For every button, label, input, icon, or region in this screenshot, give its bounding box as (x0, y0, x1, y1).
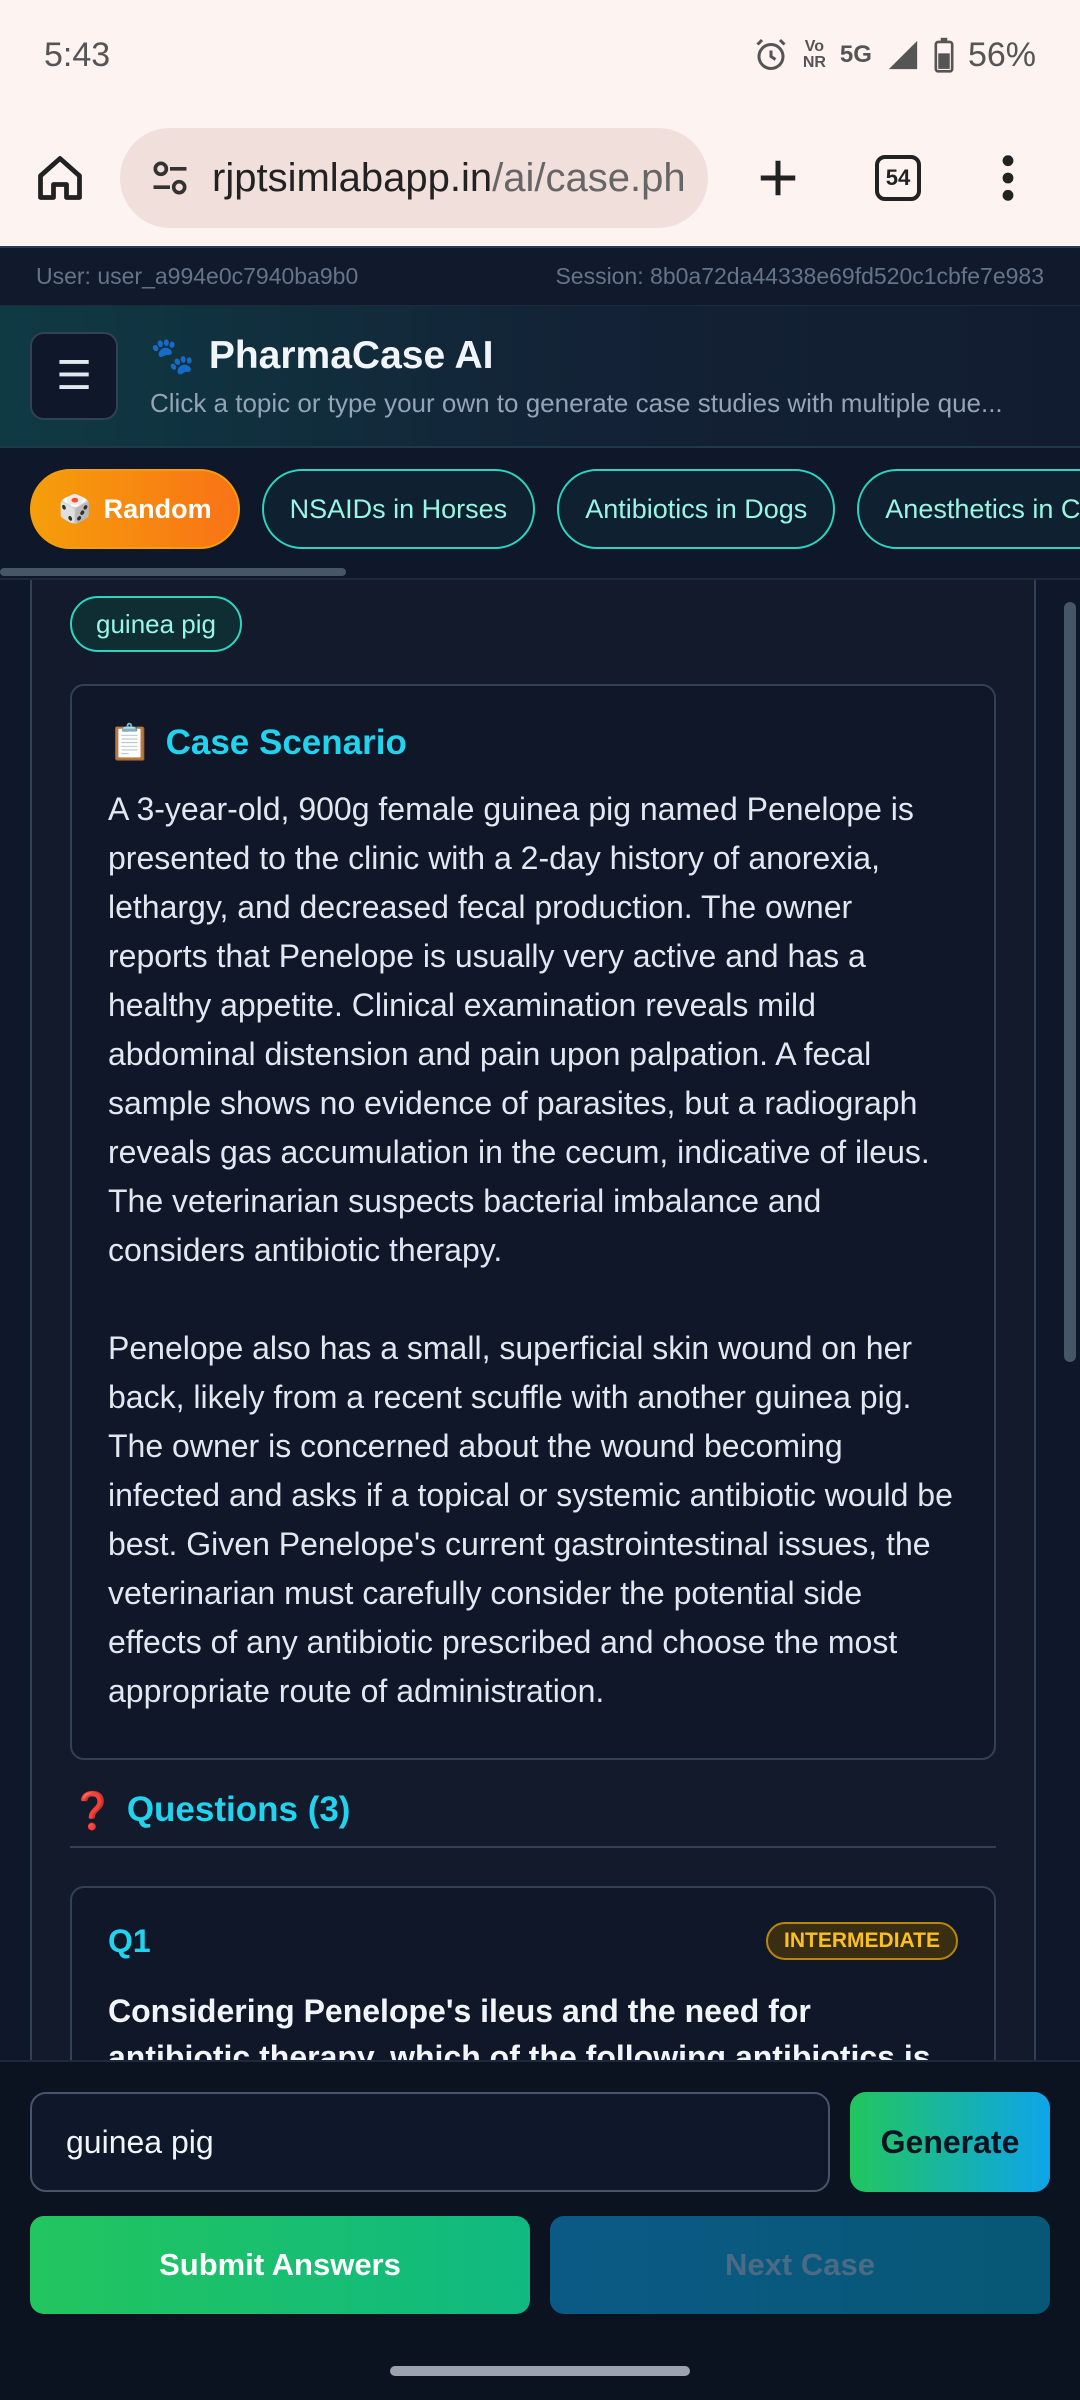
topic-chip-anesthetics-cats[interactable]: Anesthetics in Cats (857, 469, 1080, 549)
browser-menu-button[interactable] (978, 138, 1038, 218)
volte-indicator: Vo NR (802, 38, 826, 71)
system-status-bar: 5:43 Vo NR 5G 56% (0, 0, 1080, 110)
address-bar[interactable]: rjptsimlabapp.in/ai/case.ph (120, 128, 708, 228)
site-settings-icon[interactable] (148, 156, 192, 200)
network-type: 5G (839, 41, 872, 68)
app-title: 🐾 PharmaCase AI (150, 334, 1050, 378)
tab-count: 54 (875, 155, 921, 201)
url-text: rjptsimlabapp.in/ai/case.ph (212, 155, 686, 200)
question-mark-icon: ❓ (70, 1790, 115, 1831)
question-card: Q1 INTERMEDIATE Considering Penelope's i… (70, 1886, 996, 2060)
dice-icon: 🎲 (58, 494, 92, 524)
new-tab-button[interactable] (738, 138, 818, 218)
content-scrollbar[interactable] (1064, 602, 1076, 1362)
alarm-icon (756, 38, 786, 70)
home-icon (38, 156, 82, 200)
difficulty-badge: INTERMEDIATE (766, 1922, 958, 1960)
case-scenario-heading: 📋 Case Scenario (108, 722, 407, 763)
more-vert-icon (1002, 155, 1014, 201)
status-time: 5:43 (44, 35, 111, 74)
paw-icon: 🐾 (150, 334, 195, 376)
hamburger-icon: ☰ (56, 354, 92, 398)
case-scenario-text: A 3-year-old, 900g female guinea pig nam… (108, 785, 958, 1716)
status-icons: Vo NR 5G 56% (753, 36, 1036, 75)
app-title-text: PharmaCase AI (208, 333, 494, 377)
app-subtitle: Click a topic or type your own to genera… (150, 387, 1003, 418)
app-header: ☰ 🐾 PharmaCase AI Click a topic or type … (0, 306, 1080, 448)
topic-chip-nsaids-horses[interactable]: NSAIDs in Horses (261, 469, 536, 549)
topic-input[interactable] (30, 2092, 830, 2192)
case-topic-tag: guinea pig (70, 596, 242, 652)
submit-answers-button[interactable]: Submit Answers (30, 2216, 530, 2314)
case-content: guinea pig 📋 Case Scenario A 3-year-old,… (30, 580, 1036, 2060)
generate-button[interactable]: Generate (850, 2092, 1050, 2192)
menu-button[interactable]: ☰ (30, 332, 118, 420)
question-number: Q1 (108, 1922, 151, 1959)
system-nav-area (0, 2340, 1080, 2400)
battery-icon (934, 37, 954, 73)
chips-scrollbar[interactable] (0, 568, 346, 576)
bottom-controls: Generate Submit Answers Next Case (0, 2060, 1080, 2340)
topic-chips-bar: 🎲 Random NSAIDs in Horses Antibiotics in… (0, 448, 1080, 580)
next-case-button[interactable]: Next Case (550, 2216, 1050, 2314)
questions-heading: ❓ Questions (3) (70, 1790, 996, 1848)
session-id: Session: 8b0a72da44338e69fd520c1cbfe7e98… (555, 263, 1044, 289)
case-paragraph-1: A 3-year-old, 900g female guinea pig nam… (108, 791, 930, 1268)
question-header: Q1 INTERMEDIATE (108, 1922, 958, 1960)
clipboard-icon: 📋 (108, 723, 152, 762)
case-paragraph-2: Penelope also has a small, superficial s… (108, 1330, 953, 1709)
signal-icon (888, 40, 918, 70)
tab-switcher-button[interactable]: 54 (858, 138, 938, 218)
topic-chip-random[interactable]: 🎲 Random (30, 469, 240, 549)
case-scenario-card: 📋 Case Scenario A 3-year-old, 900g femal… (70, 684, 996, 1760)
question-text: Considering Penelope's ileus and the nee… (108, 1993, 931, 2060)
session-info-bar: User: user_a994e0c7940ba9b0 Session: 8b0… (0, 246, 1080, 306)
gesture-handle[interactable] (390, 2366, 690, 2376)
plus-icon (760, 160, 796, 196)
topic-chips-row: 🎲 Random NSAIDs in Horses Antibiotics in… (0, 448, 1080, 549)
header-text: 🐾 PharmaCase AI Click a topic or type yo… (150, 334, 1050, 419)
user-id: User: user_a994e0c7940ba9b0 (36, 263, 359, 289)
topic-chip-antibiotics-dogs[interactable]: Antibiotics in Dogs (557, 469, 836, 549)
browser-toolbar: rjptsimlabapp.in/ai/case.ph 54 (0, 110, 1080, 246)
battery-percent: 56% (967, 35, 1036, 74)
home-button[interactable] (24, 142, 96, 214)
